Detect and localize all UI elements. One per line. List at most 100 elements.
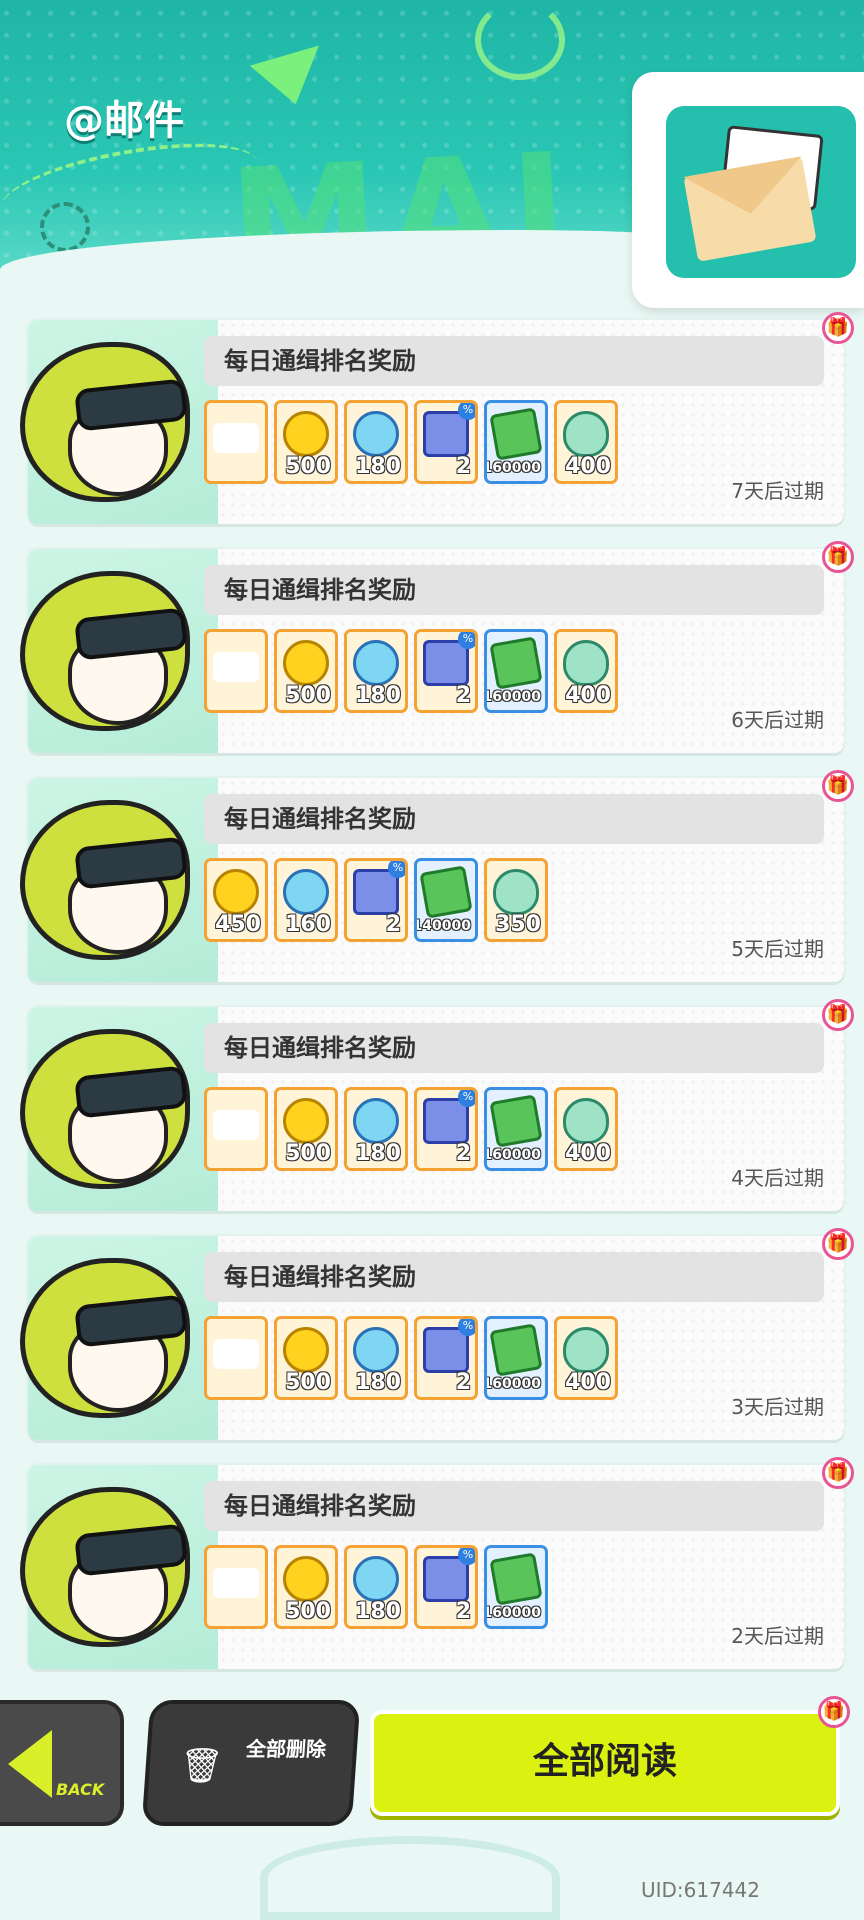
cash-icon (489, 407, 543, 461)
reward-item[interactable]: 400 (554, 1087, 618, 1171)
cash-icon (489, 636, 543, 690)
reward-item[interactable]: 2% (414, 1316, 478, 1400)
gift-icon: 🎁 (822, 312, 854, 344)
coin-icon (283, 411, 329, 457)
read-all-button[interactable]: 全部阅读 🎁 (370, 1696, 850, 1816)
delete-all-label: 全部删除 (245, 1737, 327, 1761)
reward-item[interactable]: 400 (554, 629, 618, 713)
mail-title: 每日通缉排名奖励 (204, 565, 824, 615)
discount-tag: % (388, 861, 405, 878)
reward-item[interactable]: 160000 (484, 400, 548, 484)
gift-icon: 🎁 (818, 1696, 850, 1728)
coin-icon (283, 1098, 329, 1144)
mail-card[interactable]: 每日通缉排名奖励 🎁 500 180 2% 160000 400 3天后过期 (20, 1228, 854, 1440)
reward-quantity: 2 (455, 454, 471, 479)
reward-quantity: 400 (565, 454, 611, 479)
reward-item[interactable]: 2% (344, 858, 408, 942)
reward-item[interactable]: 180 (344, 1545, 408, 1629)
reward-item[interactable]: 160 (274, 858, 338, 942)
sender-avatar (10, 336, 200, 506)
ticket-icon (213, 423, 259, 453)
ball-icon (353, 411, 399, 457)
discount-tag: % (458, 632, 475, 649)
reward-item[interactable]: 2% (414, 1087, 478, 1171)
reward-item[interactable] (204, 1087, 268, 1171)
reward-quantity: 500 (285, 454, 331, 479)
mail-card[interactable]: 每日通缉排名奖励 🎁 500 180 2% 160000 400 7天后过期 (20, 312, 854, 524)
reward-item[interactable] (204, 629, 268, 713)
reward-items: 500 180 2% 160000 (204, 1545, 548, 1629)
reward-item[interactable]: 350 (484, 858, 548, 942)
read-all-label: 全部阅读 (532, 1741, 677, 1782)
reward-item[interactable]: 160000 (484, 1316, 548, 1400)
reward-items: 500 180 2% 160000 400 (204, 1087, 618, 1171)
reward-quantity: 400 (565, 1370, 611, 1395)
reward-item[interactable]: 180 (344, 400, 408, 484)
reward-quantity: 350 (495, 912, 541, 937)
reward-item[interactable]: 500 (274, 1087, 338, 1171)
reward-item[interactable]: 160000 (484, 1545, 548, 1629)
reward-item[interactable]: 400 (554, 400, 618, 484)
reward-item[interactable]: 500 (274, 629, 338, 713)
reward-quantity: 180 (355, 1141, 401, 1166)
mail-expiry: 7天后过期 (731, 479, 824, 503)
sender-avatar (10, 565, 200, 735)
reward-quantity: 160000 (484, 1376, 541, 1392)
reward-item[interactable]: 500 (274, 1545, 338, 1629)
reward-quantity: 500 (285, 683, 331, 708)
reward-item[interactable] (204, 1316, 268, 1400)
sender-avatar (10, 1252, 200, 1422)
discount-tag: % (458, 1090, 475, 1107)
reward-item[interactable]: 2% (414, 400, 478, 484)
reward-item[interactable]: 500 (274, 1316, 338, 1400)
reward-item[interactable]: 180 (344, 1087, 408, 1171)
reward-items: 500 180 2% 160000 400 (204, 1316, 618, 1400)
gift-icon: 🎁 (822, 770, 854, 802)
ticket-icon (213, 1339, 259, 1369)
reward-item[interactable]: 450 (204, 858, 268, 942)
stamp-watermark (260, 1836, 560, 1920)
mail-expiry: 3天后过期 (731, 1395, 824, 1419)
discount-tag: % (458, 1548, 475, 1565)
back-button-label: BACK (56, 1780, 105, 1799)
sender-avatar (10, 794, 200, 964)
reward-quantity: 180 (355, 1599, 401, 1624)
back-button[interactable]: BACK (0, 1700, 124, 1826)
reward-quantity: 160000 (484, 1605, 541, 1621)
delete-all-button[interactable]: 🗑 全部删除 (141, 1700, 361, 1826)
ball-icon (283, 869, 329, 915)
ticket-icon (213, 652, 259, 682)
mail-title: 每日通缉排名奖励 (204, 1252, 824, 1302)
reward-quantity: 2 (455, 683, 471, 708)
reward-item[interactable]: 160000 (484, 1087, 548, 1171)
reward-item[interactable]: 180 (344, 629, 408, 713)
reward-quantity: 400 (565, 683, 611, 708)
gift-icon: 🎁 (822, 999, 854, 1031)
mail-card[interactable]: 每日通缉排名奖励 🎁 500 180 2% 160000 400 4天后过期 (20, 999, 854, 1211)
reward-item[interactable]: 160000 (484, 629, 548, 713)
mail-title: 每日通缉排名奖励 (204, 336, 824, 386)
mail-card[interactable]: 每日通缉排名奖励 🎁 450 160 2% 140000 350 5天后过期 (20, 770, 854, 982)
reward-item[interactable]: 400 (554, 1316, 618, 1400)
reward-item[interactable] (204, 1545, 268, 1629)
coin-icon (283, 640, 329, 686)
sender-avatar (10, 1023, 200, 1193)
mail-card[interactable]: 每日通缉排名奖励 🎁 500 180 2% 160000 2天后过期 (20, 1457, 854, 1669)
mail-expiry: 4天后过期 (731, 1166, 824, 1190)
cash-icon (489, 1323, 543, 1377)
ball-icon (353, 640, 399, 686)
ball-icon (353, 1098, 399, 1144)
ball-icon (353, 1327, 399, 1373)
user-id: UID:617442 (640, 1878, 760, 1902)
page-title: @邮件 (64, 98, 184, 144)
reward-item[interactable]: 140000 (414, 858, 478, 942)
coin-icon (283, 1327, 329, 1373)
mail-card[interactable]: 每日通缉排名奖励 🎁 500 180 2% 160000 400 6天后过期 (20, 541, 854, 753)
reward-item[interactable]: 2% (414, 629, 478, 713)
sender-avatar (10, 1481, 200, 1651)
reward-item[interactable]: 2% (414, 1545, 478, 1629)
reward-item[interactable] (204, 400, 268, 484)
paper-plane-icon (249, 19, 335, 105)
reward-item[interactable]: 180 (344, 1316, 408, 1400)
reward-item[interactable]: 500 (274, 400, 338, 484)
